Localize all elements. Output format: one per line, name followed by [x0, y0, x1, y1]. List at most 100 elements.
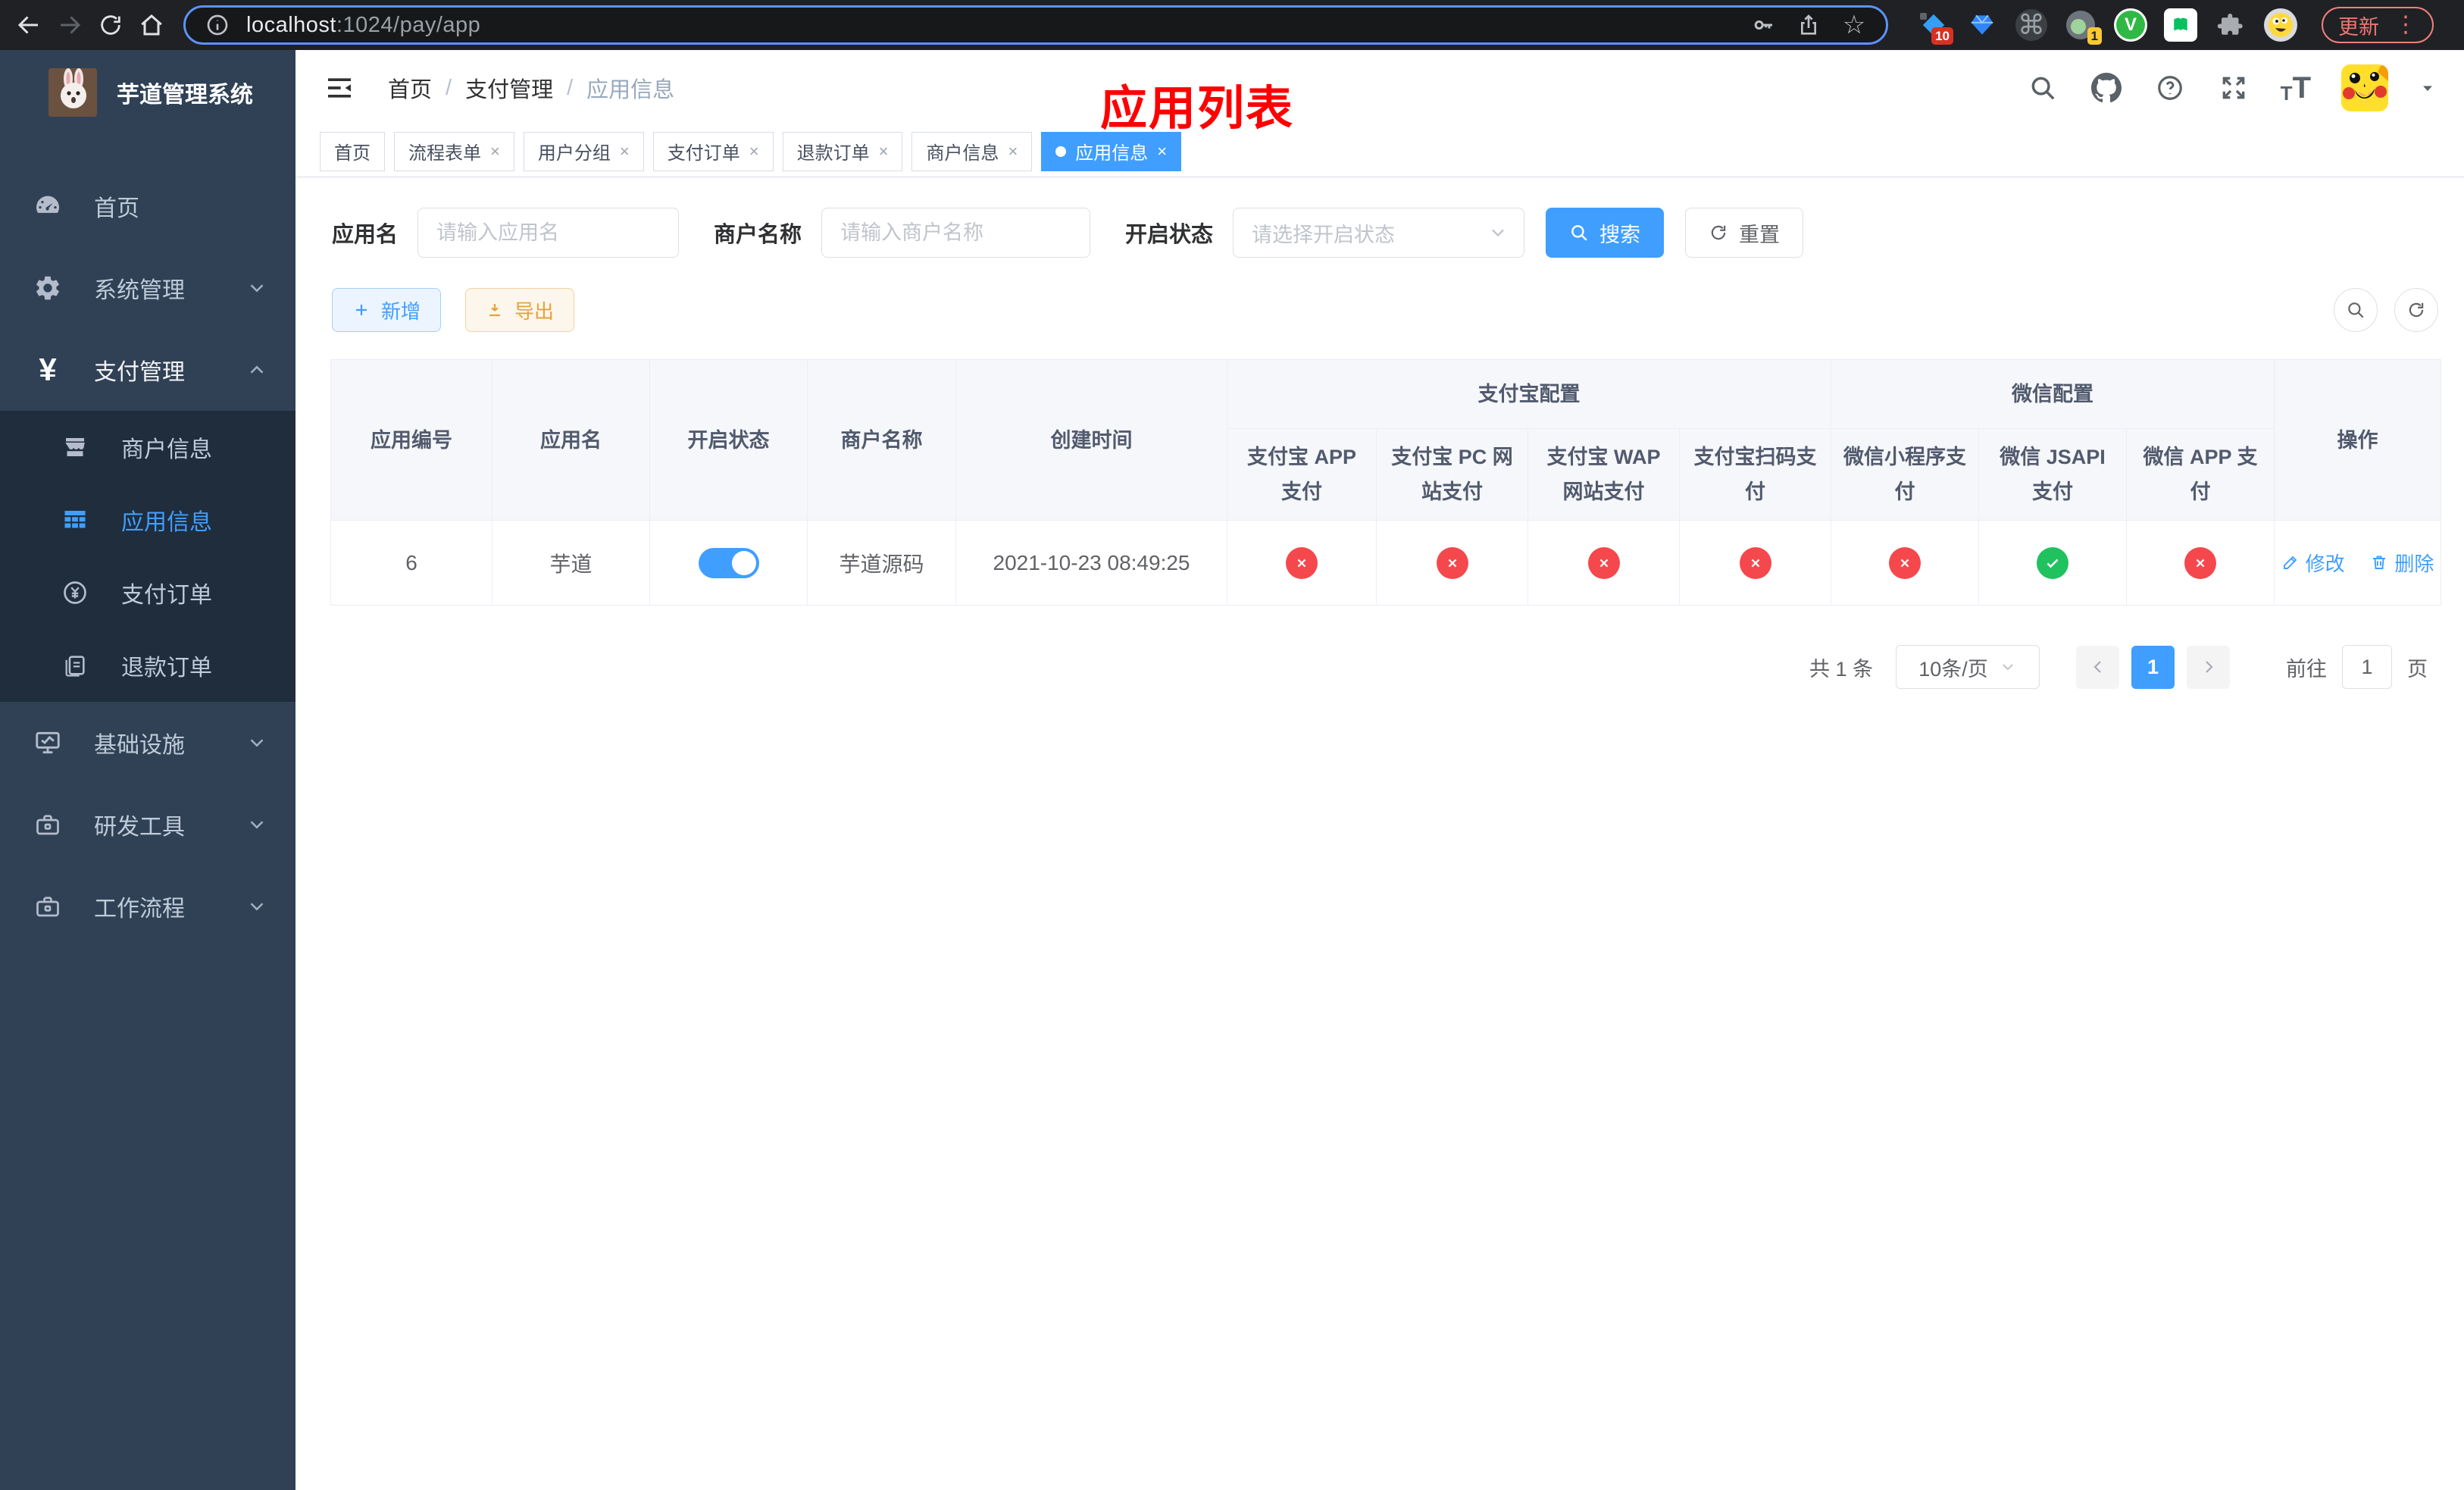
- fullscreen-icon[interactable]: [2217, 71, 2250, 105]
- search-button[interactable]: 搜索: [1546, 208, 1665, 258]
- close-icon[interactable]: ×: [490, 142, 500, 160]
- close-icon[interactable]: ×: [879, 142, 889, 160]
- reload-icon[interactable]: [94, 8, 127, 42]
- edit-link[interactable]: 修改: [2281, 549, 2345, 577]
- close-icon[interactable]: ×: [1008, 142, 1018, 160]
- edit-icon: [2283, 556, 2297, 570]
- breadcrumb-home[interactable]: 首页: [388, 72, 432, 104]
- page-size-select[interactable]: 10条/页: [1896, 645, 2040, 689]
- ext-profile-icon[interactable]: 1: [2064, 8, 2102, 45]
- ext-diamond-icon[interactable]: 10: [1915, 8, 1953, 45]
- ext-v-icon[interactable]: V: [2114, 8, 2147, 42]
- app-logo-row[interactable]: 芋道管理系统: [0, 50, 295, 135]
- close-icon[interactable]: ×: [1157, 142, 1167, 160]
- cell-app-name: 芋道: [492, 520, 650, 606]
- update-button[interactable]: 更新 ⋮: [2322, 7, 2434, 43]
- site-info-icon[interactable]: [201, 13, 234, 37]
- pagination: 共 1 条 10条/页 1 前往 页: [318, 645, 2428, 689]
- caret-down-icon[interactable]: [2419, 79, 2437, 97]
- help-icon[interactable]: [2153, 71, 2187, 105]
- close-icon[interactable]: ×: [749, 142, 759, 160]
- ext-gem-icon[interactable]: [1965, 8, 1999, 42]
- toolbox-icon: [30, 811, 65, 838]
- sidebar-item-system[interactable]: 系统管理: [0, 247, 295, 329]
- share-icon[interactable]: [1792, 13, 1825, 37]
- add-button[interactable]: 新增: [332, 288, 442, 332]
- collapse-sidebar-icon[interactable]: [323, 71, 356, 105]
- export-button[interactable]: 导出: [465, 288, 575, 332]
- bookmark-star-icon[interactable]: ☆: [1837, 12, 1871, 38]
- status-select[interactable]: 请选择开启状态: [1233, 208, 1525, 258]
- avatar[interactable]: [2341, 64, 2388, 111]
- chevron-down-icon: [250, 739, 264, 747]
- gear-icon: [30, 274, 65, 302]
- page-number[interactable]: 1: [2131, 645, 2175, 689]
- home-icon[interactable]: [135, 8, 168, 42]
- col-merchant: 商户名称: [807, 359, 956, 521]
- col-app-name: 应用名: [492, 359, 650, 521]
- font-size-icon[interactable]: TT: [2281, 73, 2311, 103]
- tab-refund-order[interactable]: 退款订单 ×: [782, 131, 903, 171]
- sidebar-item-pay[interactable]: ¥ 支付管理: [0, 329, 295, 411]
- forward-icon[interactable]: [53, 8, 86, 42]
- top-navbar: 首页 / 支付管理 / 应用信息 TT: [295, 50, 2464, 126]
- refund-icon: [58, 653, 92, 678]
- tab-merchant-info[interactable]: 商户信息 ×: [911, 131, 1033, 171]
- search-icon[interactable]: [2026, 71, 2059, 105]
- col-wx-mini: 微信小程序支付: [1831, 428, 1979, 521]
- tab-process-form[interactable]: 流程表单 ×: [394, 131, 514, 171]
- breadcrumb-pay[interactable]: 支付管理: [465, 72, 553, 104]
- cell-status: [649, 520, 808, 606]
- key-icon[interactable]: [1746, 13, 1780, 37]
- app-name-input[interactable]: [417, 208, 680, 258]
- group-wechat: 微信配置: [1831, 359, 2275, 429]
- sidebar-item-home[interactable]: 首页: [0, 165, 295, 247]
- goto-page-input[interactable]: [2342, 645, 2392, 689]
- pay-submenu: 商户信息 应用信息 支付订单 退款订单: [0, 411, 295, 702]
- extensions-puzzle-icon[interactable]: [2214, 8, 2247, 42]
- app-logo: [48, 68, 97, 117]
- ext-book-icon[interactable]: [2164, 8, 2197, 42]
- url-text: localhost:1024/pay/app: [246, 12, 481, 37]
- sidebar-item-devtools[interactable]: 研发工具: [0, 784, 295, 866]
- col-actions: 操作: [2274, 359, 2441, 521]
- tab-pay-order[interactable]: 支付订单 ×: [652, 131, 774, 171]
- pay-order-icon: [58, 579, 92, 606]
- back-icon[interactable]: [12, 8, 45, 42]
- refresh-table-button[interactable]: [2394, 288, 2438, 332]
- col-alipay-app: 支付宝 APP 支付: [1227, 428, 1377, 521]
- tab-user-group[interactable]: 用户分组 ×: [523, 131, 644, 171]
- grid-icon: [58, 506, 92, 534]
- plus-icon: [356, 305, 367, 315]
- tab-home[interactable]: 首页: [320, 131, 385, 171]
- sidebar-item-pay-order[interactable]: 支付订单: [0, 556, 295, 629]
- sidebar-item-refund-order[interactable]: 退款订单: [0, 629, 295, 702]
- url-bar[interactable]: localhost:1024/pay/app ☆: [183, 5, 1888, 45]
- prev-page-button[interactable]: [2076, 645, 2119, 689]
- chevron-down-icon: [1492, 229, 1504, 237]
- dashboard-icon: [30, 191, 65, 221]
- alipay-app-status-icon: [1286, 546, 1318, 579]
- sidebar-item-workflow[interactable]: 工作流程: [0, 866, 295, 947]
- show-search-button[interactable]: [2334, 288, 2378, 332]
- browser-menu-icon[interactable]: ⋮: [2394, 14, 2417, 36]
- status-toggle[interactable]: [698, 547, 759, 578]
- sidebar-item-app-info[interactable]: 应用信息: [0, 484, 295, 556]
- reset-button[interactable]: 重置: [1685, 208, 1804, 258]
- sidebar-item-merchant-info[interactable]: 商户信息: [0, 411, 295, 484]
- next-page-button[interactable]: [2187, 645, 2230, 689]
- sidebar-item-infra[interactable]: 基础设施: [0, 702, 295, 784]
- merchant-name-input[interactable]: [821, 208, 1091, 258]
- close-icon[interactable]: ×: [620, 142, 630, 160]
- wx-jsapi-status-icon: [2037, 546, 2068, 579]
- page-content: 应用名 商户名称 开启状态 请选择开启状态 搜索 重置: [295, 177, 2464, 1490]
- breadcrumb: 首页 / 支付管理 / 应用信息: [388, 72, 674, 104]
- github-icon[interactable]: [2090, 71, 2123, 105]
- ext-emoji-icon[interactable]: [2264, 8, 2297, 42]
- active-dot: [1055, 146, 1067, 157]
- search-icon: [2348, 302, 2364, 318]
- shop-icon: [58, 434, 92, 461]
- delete-link[interactable]: 删除: [2370, 549, 2434, 577]
- delete-icon: [2373, 556, 2386, 570]
- ext-command-icon[interactable]: ⌘: [2015, 9, 2047, 41]
